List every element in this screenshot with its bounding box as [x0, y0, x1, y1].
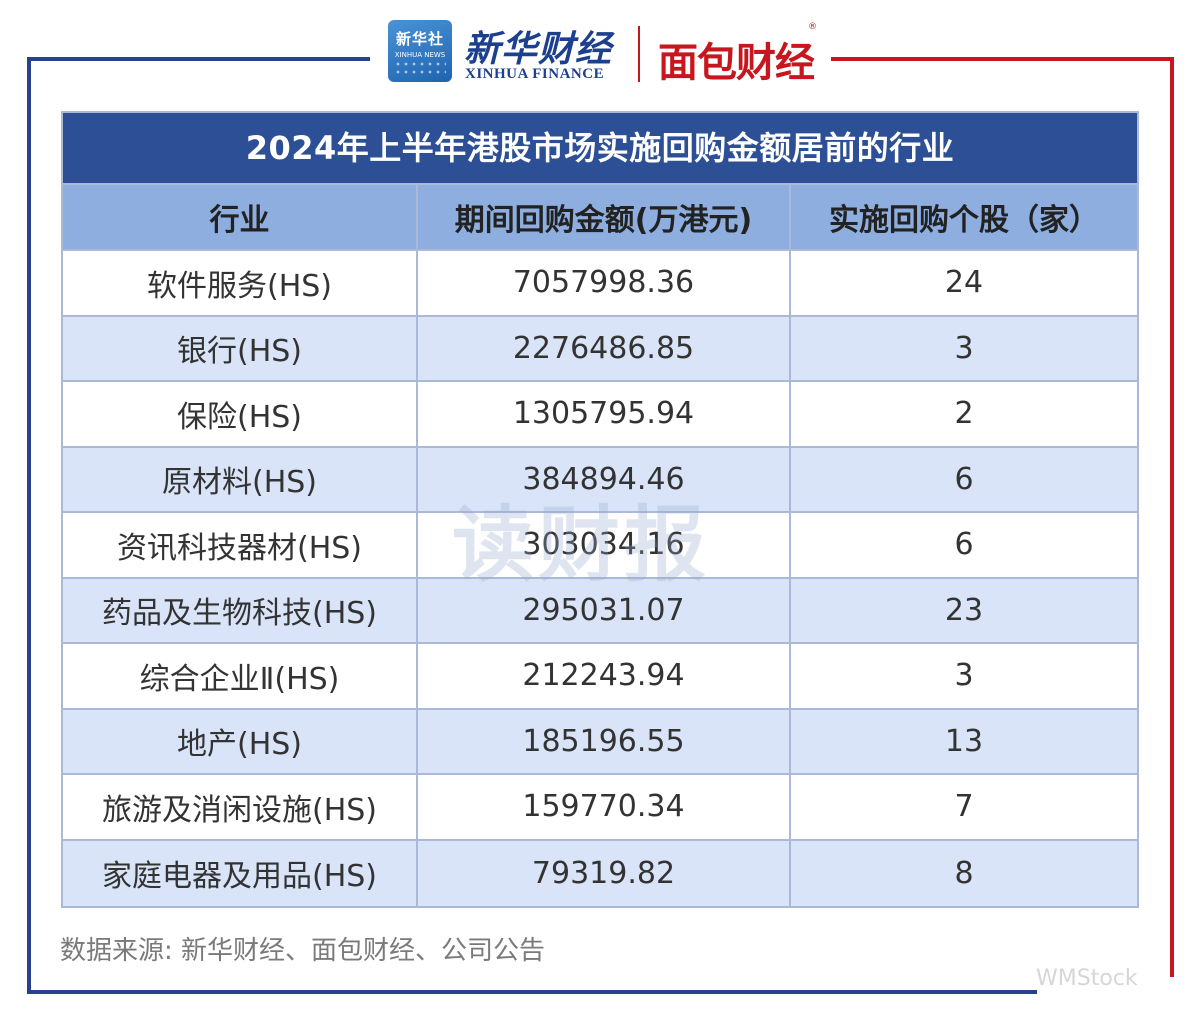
logo-header: 新华社 XINHUA NEWS 新华财经 XINHUA FINANCE 面包财经… — [388, 18, 818, 86]
column-header-industry: 行业 — [63, 185, 418, 249]
cell-stock-count: 24 — [944, 265, 984, 301]
xinhua-finance-logo-subtext: XINHUA FINANCE — [465, 66, 605, 82]
cell-buyback-amount: 185196.55 — [418, 709, 791, 773]
table-row: 银行(HS) 2276486.85 3 — [63, 316, 1137, 382]
corner-watermark: WMStock — [1036, 966, 1138, 991]
frame-line-right — [1170, 57, 1174, 977]
frame-line-left — [27, 57, 31, 994]
table-row: 保险(HS) 1305795.94 2 — [63, 382, 1137, 448]
mianbao-finance-logo: 面包财经 — [658, 40, 815, 86]
cell-industry: 地产(HS) — [63, 709, 418, 773]
cell-industry: 保险(HS) — [63, 382, 418, 446]
table-row: 地产(HS) 185196.55 13 — [63, 709, 1137, 775]
cell-buyback-amount: 7057998.36 — [418, 251, 791, 315]
cell-buyback-amount: 1305795.94 — [418, 382, 791, 446]
table-row: 旅游及消闲设施(HS) 159770.34 7 — [63, 775, 1137, 841]
cell-stock-count: 2 — [954, 396, 974, 432]
table-title: 2024年上半年港股市场实施回购金额居前的行业 — [63, 113, 1137, 185]
frame-line-bottom — [27, 990, 1037, 994]
cell-buyback-amount: 384894.46 — [418, 447, 791, 511]
cell-stock-count: 3 — [954, 658, 974, 694]
cell-industry: 药品及生物科技(HS) — [63, 578, 418, 642]
cell-industry: 原材料(HS) — [63, 447, 418, 511]
cell-buyback-amount: 79319.82 — [418, 840, 791, 906]
cell-stock-count: 6 — [954, 527, 974, 563]
cell-buyback-amount: 295031.07 — [418, 578, 791, 642]
globe-dots-icon — [394, 60, 446, 76]
cell-stock-count: 7 — [954, 789, 974, 825]
cell-buyback-amount: 212243.94 — [418, 644, 791, 708]
cell-stock-count: 3 — [954, 330, 974, 366]
cell-buyback-amount: 159770.34 — [418, 775, 791, 839]
xinhua-badge-text: 新华社 — [395, 30, 444, 48]
frame-line-top-right — [831, 57, 1174, 61]
column-header-buyback-amount: 期间回购金额(万港元) — [418, 185, 791, 249]
table-row: 家庭电器及用品(HS) 79319.82 8 — [63, 840, 1137, 906]
logo-divider — [638, 26, 640, 82]
cell-industry: 资讯科技器材(HS) — [63, 513, 418, 577]
cell-industry: 综合企业Ⅱ(HS) — [63, 644, 418, 708]
table-row: 综合企业Ⅱ(HS) 212243.94 3 — [63, 644, 1137, 710]
cell-industry: 旅游及消闲设施(HS) — [63, 775, 418, 839]
cell-industry: 银行(HS) — [63, 316, 418, 380]
table-header-row: 行业 期间回购金额(万港元) 实施回购个股（家） — [63, 185, 1137, 251]
cell-industry: 软件服务(HS) — [63, 251, 418, 315]
cell-stock-count: 6 — [954, 461, 974, 497]
buyback-industry-table: 2024年上半年港股市场实施回购金额居前的行业 行业 期间回购金额(万港元) 实… — [61, 111, 1139, 908]
table-row: 药品及生物科技(HS) 295031.07 23 — [63, 578, 1137, 644]
table-row: 原材料(HS) 384894.46 6 — [63, 447, 1137, 513]
table-row: 资讯科技器材(HS) 303034.16 6 — [63, 513, 1137, 579]
frame-line-top-left — [27, 57, 370, 61]
xinhua-badge-subtext: XINHUA NEWS — [394, 51, 446, 59]
xinhua-finance-logo-text: 新华财经 — [464, 28, 613, 70]
cell-stock-count: 13 — [944, 723, 984, 759]
registered-mark: ® — [808, 22, 817, 32]
xinhua-news-logo: 新华社 XINHUA NEWS — [388, 20, 452, 82]
cell-stock-count: 23 — [944, 592, 984, 628]
cell-stock-count: 8 — [954, 855, 974, 891]
cell-buyback-amount: 2276486.85 — [418, 316, 791, 380]
table-body: 软件服务(HS) 7057998.36 24 银行(HS) 2276486.85 3 保险(… — [63, 251, 1137, 906]
table-row: 软件服务(HS) 7057998.36 24 — [63, 251, 1137, 317]
cell-buyback-amount: 303034.16 — [418, 513, 791, 577]
column-header-stock-count: 实施回购个股（家） — [829, 203, 1099, 238]
cell-industry: 家庭电器及用品(HS) — [63, 840, 418, 906]
data-source-note: 数据来源: 新华财经、面包财经、公司公告 — [60, 936, 546, 966]
